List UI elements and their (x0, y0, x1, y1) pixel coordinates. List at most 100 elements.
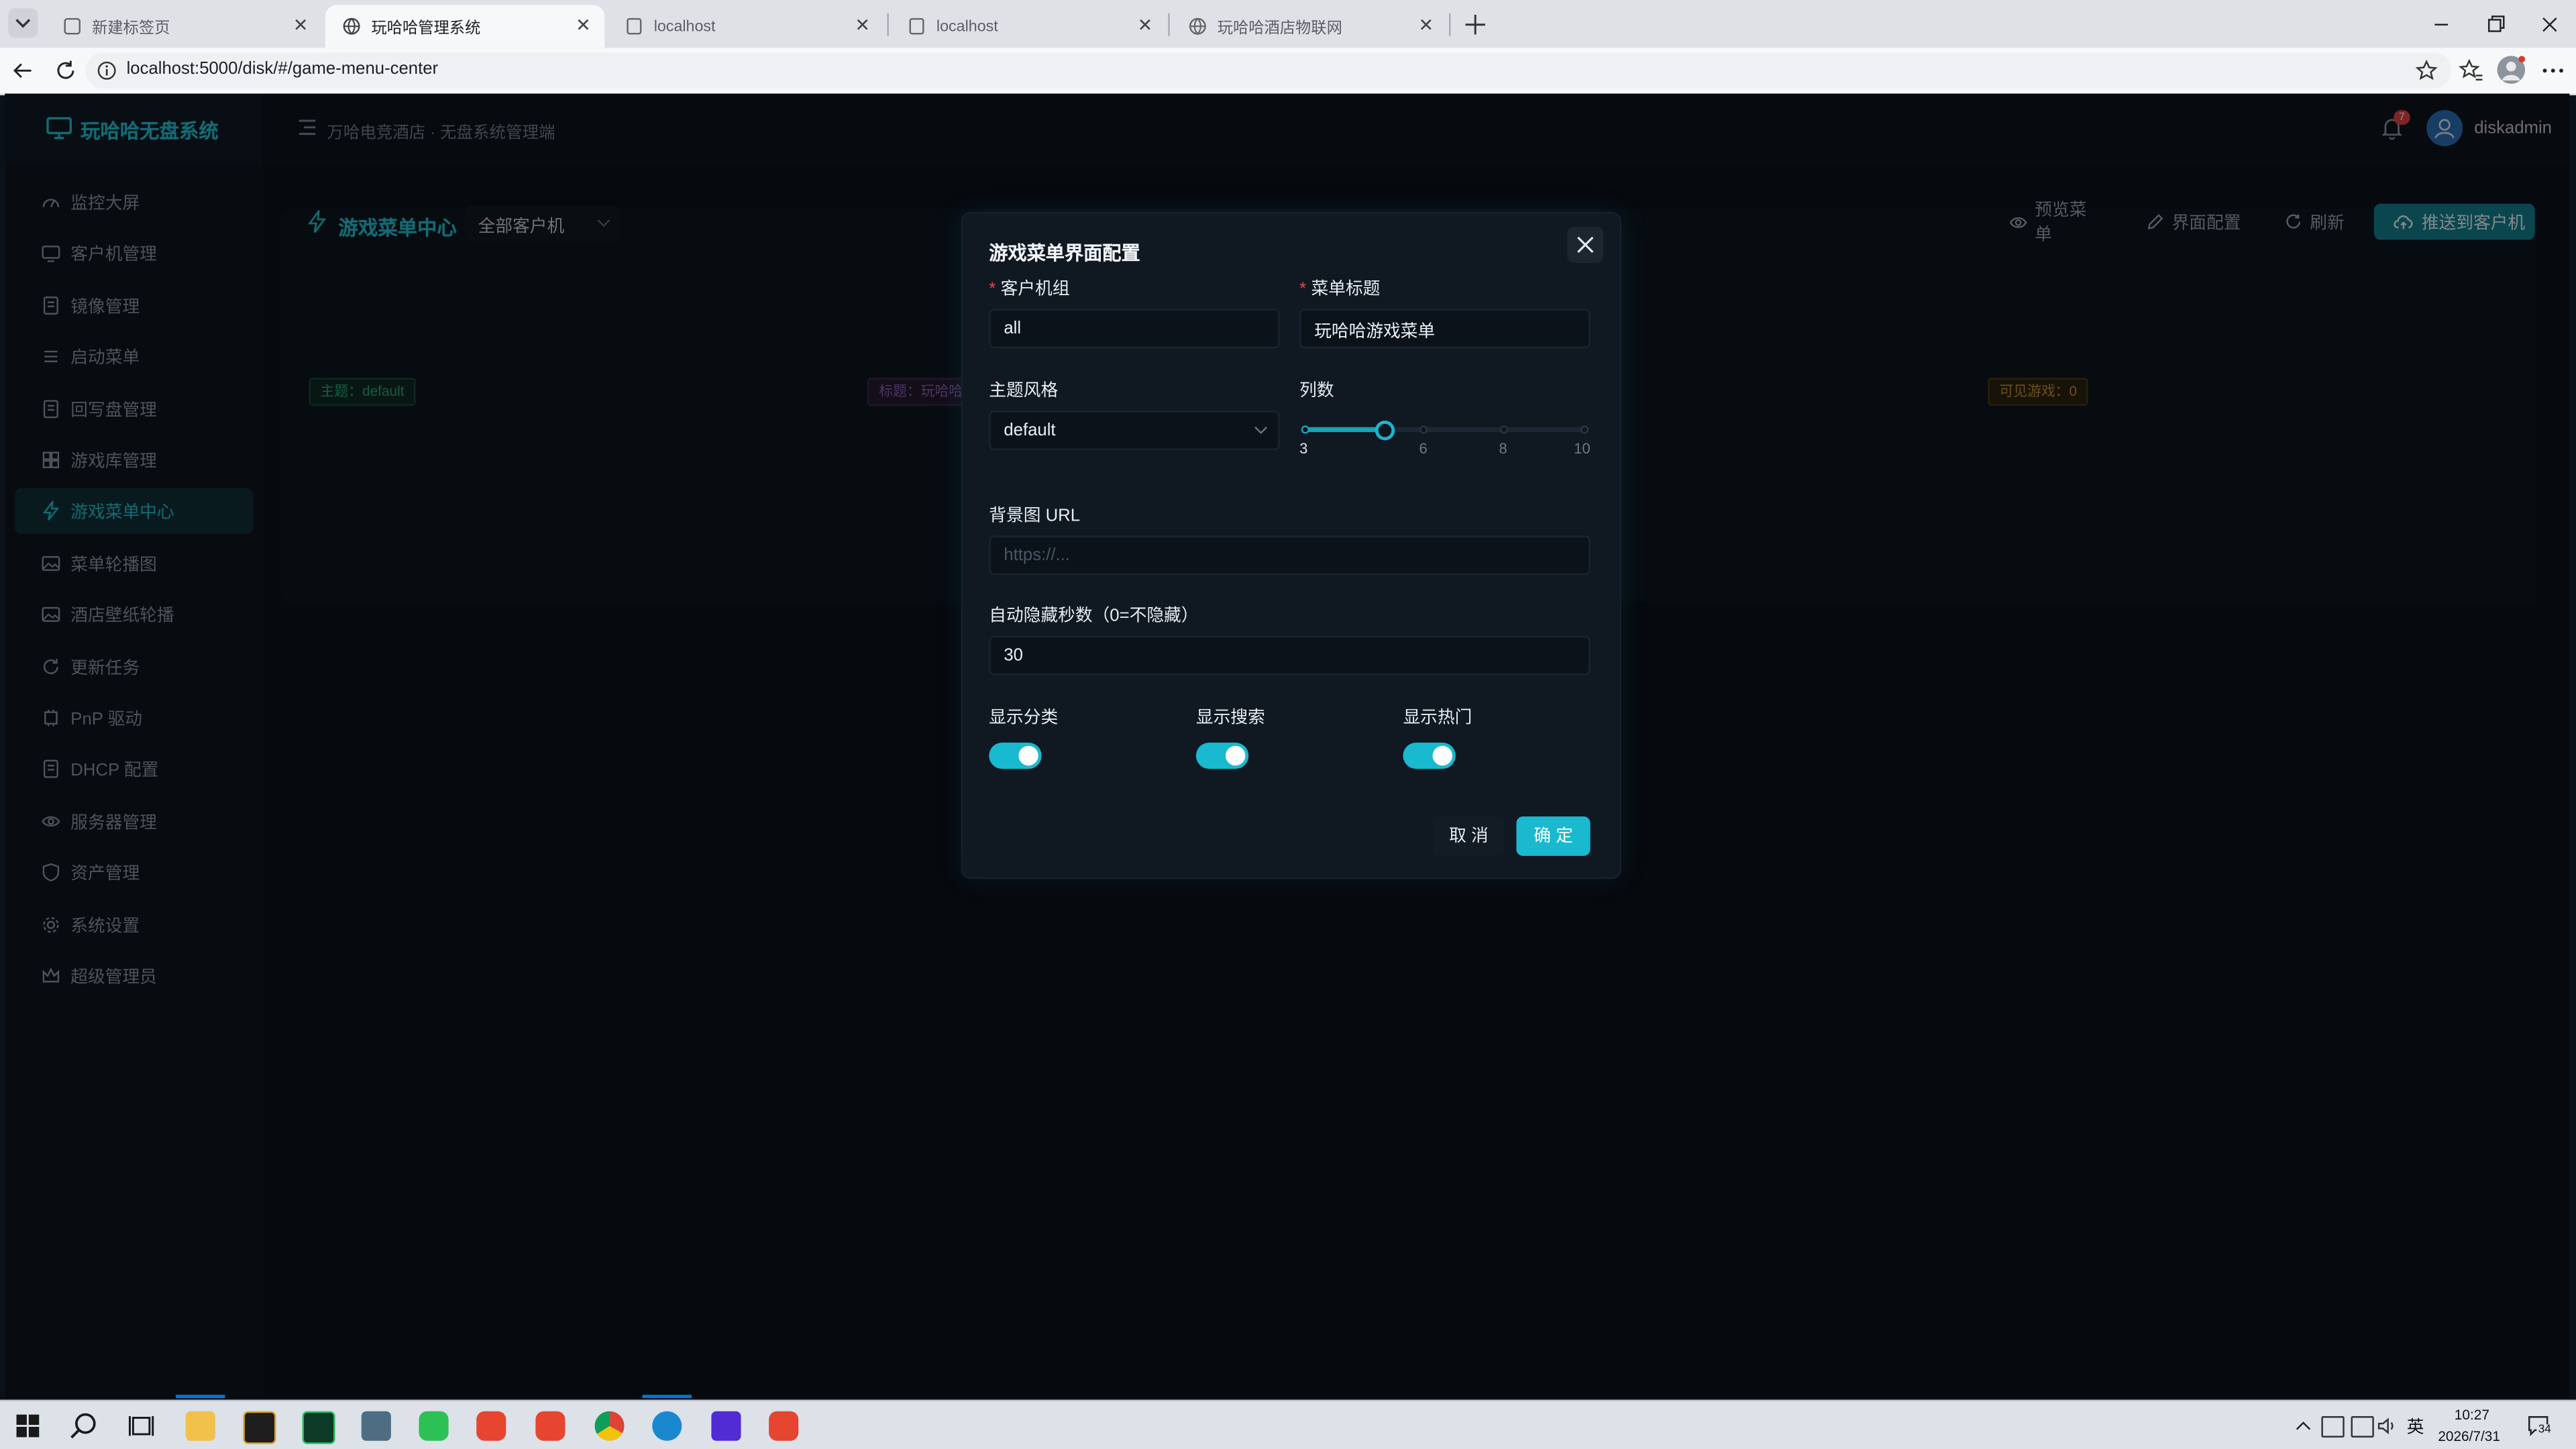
reload-button[interactable] (52, 58, 78, 84)
restore-button[interactable] (2482, 11, 2508, 38)
cancel-label: 取 消 (1449, 826, 1489, 847)
browser-tab-new[interactable]: 新建标签页 ✕ (46, 5, 322, 48)
auto-hide-input[interactable]: 30 (989, 635, 1591, 676)
task-view-button[interactable] (128, 1413, 154, 1439)
close-icon[interactable]: ✕ (572, 15, 594, 38)
chevron-up-icon[interactable] (2295, 1419, 2311, 1433)
show-search-toggle[interactable] (1195, 742, 1249, 769)
slider-track (1304, 427, 1385, 433)
search-icon (70, 1413, 96, 1439)
toggle-knob (1432, 745, 1452, 766)
clock-time[interactable]: 10:27 (2455, 1406, 2489, 1422)
address-bar: localhost:5000/disk/#/game-menu-center (0, 48, 2576, 96)
notification-center-button[interactable]: 34 (2527, 1413, 2553, 1439)
slider-handle[interactable] (1374, 420, 1395, 441)
slider-dot (1300, 425, 1309, 434)
window-close-button[interactable] (2536, 11, 2563, 38)
toggle-knob (1225, 745, 1246, 766)
url-field[interactable]: localhost:5000/disk/#/game-menu-center (85, 52, 2451, 89)
clock-date[interactable]: 2026/7/31 (2438, 1428, 2500, 1444)
close-icon[interactable]: ✕ (1134, 15, 1157, 38)
show-hot-toggle[interactable] (1403, 742, 1456, 769)
dialog-close-button[interactable] (1567, 226, 1604, 263)
favorites-icon (2459, 58, 2483, 81)
auto-hide-value: 30 (1004, 645, 1023, 665)
wechat-icon[interactable] (419, 1411, 449, 1441)
close-icon[interactable]: ✕ (289, 15, 312, 38)
theme-value: default (1004, 420, 1056, 441)
new-tab-button[interactable] (1460, 10, 1490, 40)
browser-tab-localhost-1[interactable]: localhost ✕ (608, 5, 883, 48)
close-icon (2542, 17, 2557, 32)
show-category-toggle[interactable] (989, 742, 1042, 769)
tab-label: 玩哈哈管理系统 (371, 19, 481, 38)
slider-mark-label: 10 (1574, 440, 1591, 457)
search-button[interactable] (69, 1411, 99, 1441)
browser-tab-iot[interactable]: 玩哈哈酒店物联网 ✕ (1171, 5, 1447, 48)
windows-icon (16, 1414, 40, 1438)
chevron-down-icon (1254, 426, 1268, 435)
client-group-input[interactable]: all (989, 309, 1280, 349)
close-icon[interactable]: ✕ (851, 15, 874, 38)
chevron-down-icon (15, 19, 31, 28)
browser-tab-localhost-2[interactable]: localhost ✕ (890, 5, 1166, 48)
dialog-title: 游戏菜单界面配置 (989, 244, 1140, 265)
dotnet-icon[interactable] (711, 1411, 741, 1441)
close-icon[interactable]: ✕ (1415, 15, 1438, 38)
active-app-indicator (176, 1395, 225, 1399)
theme-select[interactable]: default (989, 411, 1280, 451)
page-lock-icon (627, 17, 642, 35)
display-icon[interactable] (2321, 1416, 2345, 1438)
start-button[interactable] (16, 1414, 40, 1438)
browser-tab-active[interactable]: 玩哈哈管理系统 ✕ (325, 5, 605, 48)
ime-indicator[interactable]: 英 (2407, 1415, 2424, 1440)
confirm-button[interactable]: 确 定 (1516, 816, 1591, 856)
tab-label: localhost (653, 17, 716, 36)
globe-icon (343, 17, 360, 35)
more-icon (2542, 68, 2563, 73)
star-icon[interactable] (2415, 59, 2438, 82)
slider-dot (1499, 425, 1508, 434)
network-icon[interactable] (2351, 1416, 2374, 1438)
tab-label: 新建标签页 (92, 19, 170, 38)
chrome-icon[interactable] (594, 1411, 625, 1441)
profile-button[interactable] (2497, 56, 2526, 84)
avatar-icon (2502, 56, 2526, 81)
columns-label: 列数 (1299, 381, 1334, 401)
plus-icon (1465, 15, 1485, 35)
terminal-icon[interactable] (302, 1411, 335, 1444)
minimize-icon (2434, 23, 2449, 25)
slider-dot (1419, 425, 1429, 434)
tab-list-button[interactable] (8, 8, 38, 38)
bg-url-input[interactable]: https://... (989, 535, 1591, 576)
favorites-button[interactable] (2458, 58, 2484, 84)
edge-icon[interactable] (652, 1411, 682, 1441)
auto-hide-label: 自动隐藏秒数（0=不隐藏） (989, 606, 1199, 627)
cancel-button[interactable]: 取 消 (1432, 816, 1505, 856)
minimize-button[interactable] (2428, 11, 2455, 38)
wps-icon[interactable] (535, 1411, 566, 1441)
volume-icon[interactable] (2377, 1416, 2397, 1436)
editor-g-icon[interactable] (243, 1411, 276, 1444)
file-explorer-icon[interactable] (185, 1411, 215, 1441)
client-group-label-text: 客户机组 (1000, 279, 1070, 299)
bg-url-label: 背景图 URL (989, 506, 1081, 526)
bg-url-placeholder: https://... (1004, 545, 1070, 566)
show-search-label: 显示搜索 (1195, 708, 1265, 728)
wps-icon[interactable] (476, 1411, 506, 1441)
restore-icon (2488, 15, 2505, 32)
close-icon (1577, 236, 1594, 254)
wps-icon[interactable] (769, 1411, 799, 1441)
menu-title-input[interactable]: 玩哈哈游戏菜单 (1299, 309, 1591, 349)
back-button[interactable] (10, 58, 36, 84)
notepad-icon[interactable] (361, 1411, 391, 1441)
show-hot-label: 显示热门 (1403, 708, 1472, 728)
slider-mark-label: 3 (1299, 440, 1308, 457)
taskbar: 英 10:27 2026/7/31 34 (0, 1399, 2576, 1449)
active-app-indicator (642, 1395, 692, 1399)
page-icon (64, 17, 81, 35)
columns-slider[interactable]: 3 6 8 10 (1299, 414, 1591, 460)
browser-menu-button[interactable] (2540, 58, 2566, 84)
tab-label: 玩哈哈酒店物联网 (1217, 19, 1342, 38)
notification-count: 34 (2536, 1424, 2553, 1436)
